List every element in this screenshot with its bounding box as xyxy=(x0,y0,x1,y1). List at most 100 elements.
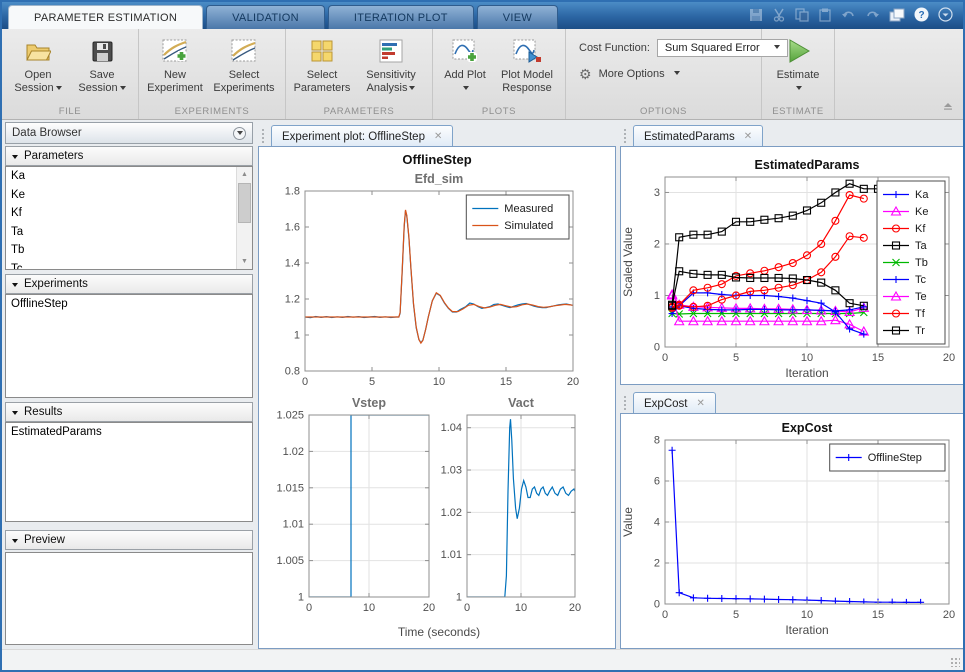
exp-cost-chart[interactable]: 0510152002468ExpCostIterationValueOfflin… xyxy=(621,414,963,648)
svg-text:10: 10 xyxy=(363,602,375,614)
undo-icon[interactable] xyxy=(841,8,856,22)
collapse-triangle-icon xyxy=(12,283,18,290)
svg-text:Te: Te xyxy=(915,291,927,303)
estimated-params-tab[interactable]: EstimatedParams ✕ xyxy=(633,125,763,147)
help-icon[interactable]: ? xyxy=(914,7,929,22)
close-icon[interactable]: ✕ xyxy=(434,132,442,142)
estimated-params-tab-label: EstimatedParams xyxy=(644,131,735,143)
svg-text:0: 0 xyxy=(662,609,668,621)
svg-text:2: 2 xyxy=(654,238,660,250)
vstep-chart[interactable]: 0102011.0051.011.0151.021.025Vstep xyxy=(261,397,435,623)
select-parameters-icon xyxy=(310,37,334,65)
svg-text:Iteration: Iteration xyxy=(785,366,828,380)
svg-text:0: 0 xyxy=(662,352,668,364)
parameters-scrollbar[interactable]: ▲ ▼ xyxy=(236,167,252,269)
parameters-section-header[interactable]: Parameters xyxy=(5,146,253,166)
svg-text:1: 1 xyxy=(654,290,660,302)
list-item[interactable]: Tb xyxy=(6,241,236,260)
estimated-params-chart[interactable]: 051015200123EstimatedParamsIterationScal… xyxy=(621,147,963,385)
more-options-button[interactable]: ⚙ More Options xyxy=(579,67,788,81)
ribbon-group-experiments: New Experiment Select Experiments EXPERI… xyxy=(139,29,286,119)
collapse-ribbon-button[interactable] xyxy=(942,97,954,115)
dropdown-caret-icon xyxy=(409,86,415,93)
estimate-button[interactable]: Estimate xyxy=(767,33,829,92)
vact-chart[interactable]: 0102011.011.021.031.04Vact xyxy=(437,397,607,623)
redo-icon[interactable] xyxy=(865,8,880,22)
add-plot-button[interactable]: Add Plot xyxy=(438,33,492,92)
resize-grip-icon[interactable] xyxy=(950,657,960,667)
efd-sim-chart[interactable]: 051015200.811.21.41.61.8Efd_simMeasuredS… xyxy=(261,167,613,397)
data-browser-panel: Data Browser Parameters KaKeKfTaTbTc ▲ ▼… xyxy=(5,122,253,646)
list-item[interactable]: Ta xyxy=(6,223,236,242)
list-item[interactable]: Ke xyxy=(6,186,236,205)
drag-handle-icon[interactable] xyxy=(623,128,628,144)
close-icon[interactable]: ✕ xyxy=(696,399,704,409)
cost-function-label: Cost Function: xyxy=(579,42,650,54)
list-item[interactable]: Ka xyxy=(6,167,236,186)
save-icon[interactable] xyxy=(749,8,763,22)
list-item[interactable]: OfflineStep xyxy=(6,295,252,314)
save-session-button[interactable]: Save Session xyxy=(71,33,133,94)
list-item[interactable]: Kf xyxy=(6,204,236,223)
svg-text:5: 5 xyxy=(369,376,375,388)
sensitivity-analysis-button[interactable]: Sensitivity Analysis xyxy=(355,33,427,94)
scroll-up-button[interactable]: ▲ xyxy=(237,167,252,182)
experiment-plot-panel: Experiment plot: OfflineStep ✕ OfflineSt… xyxy=(258,122,616,649)
select-parameters-button[interactable]: Select Parameters xyxy=(291,33,353,94)
dropdown-caret-icon xyxy=(796,86,802,93)
collapse-triangle-icon xyxy=(12,411,18,418)
svg-text:0: 0 xyxy=(654,342,660,354)
drag-handle-icon[interactable] xyxy=(623,395,628,411)
svg-text:0: 0 xyxy=(302,376,308,388)
experiments-section-header[interactable]: Experiments xyxy=(5,274,253,294)
svg-text:1.01: 1.01 xyxy=(441,549,462,561)
svg-text:0.8: 0.8 xyxy=(285,366,300,378)
svg-text:15: 15 xyxy=(500,376,512,388)
list-item[interactable]: Tc xyxy=(6,260,236,271)
plot-model-response-button[interactable]: Plot Model Response xyxy=(494,33,560,94)
svg-text:10: 10 xyxy=(433,376,445,388)
results-section-header[interactable]: Results xyxy=(5,402,253,422)
plot-model-response-label: Plot Model Response xyxy=(494,69,560,94)
new-experiment-button[interactable]: New Experiment xyxy=(144,33,206,94)
select-experiments-button[interactable]: Select Experiments xyxy=(208,33,280,94)
svg-text:0: 0 xyxy=(464,602,470,614)
exp-cost-tab[interactable]: ExpCost ✕ xyxy=(633,392,716,414)
drag-handle-icon[interactable] xyxy=(261,128,266,144)
tab-iteration-plot[interactable]: ITERATION PLOT xyxy=(328,5,474,29)
svg-text:10: 10 xyxy=(801,352,813,364)
tab-view[interactable]: VIEW xyxy=(477,5,558,29)
minimize-menu-icon[interactable] xyxy=(938,7,953,22)
open-session-button[interactable]: Open Session xyxy=(7,33,69,94)
experiment-plot-tab[interactable]: Experiment plot: OfflineStep ✕ xyxy=(271,125,453,147)
cut-icon[interactable] xyxy=(772,8,786,22)
svg-text:20: 20 xyxy=(567,376,579,388)
svg-text:15: 15 xyxy=(872,609,884,621)
group-label-options: OPTIONS xyxy=(566,106,761,117)
select-parameters-label: Select Parameters xyxy=(291,69,353,94)
tab-validation[interactable]: VALIDATION xyxy=(206,5,325,29)
list-item[interactable]: EstimatedParams xyxy=(6,423,252,442)
preview-section-header[interactable]: Preview xyxy=(5,530,253,550)
svg-text:8: 8 xyxy=(654,435,660,447)
layout-windows-icon[interactable] xyxy=(889,8,905,22)
copy-icon[interactable] xyxy=(795,8,809,22)
paste-icon[interactable] xyxy=(818,8,832,22)
svg-text:Iteration: Iteration xyxy=(785,623,828,637)
more-options-label: More Options xyxy=(599,68,665,80)
estimated-params-panel: EstimatedParams ✕ 051015200123EstimatedP… xyxy=(620,122,964,385)
experiment-plot-body: OfflineStep 051015200.811.21.41.61.8Efd_… xyxy=(258,146,616,649)
scrollbar-thumb[interactable] xyxy=(238,183,251,223)
data-browser-menu-icon[interactable] xyxy=(233,127,246,140)
exp-cost-panel: ExpCost ✕ 0510152002468ExpCostIterationV… xyxy=(620,389,964,649)
dropdown-caret-icon xyxy=(463,86,469,93)
scroll-down-button[interactable]: ▼ xyxy=(237,254,252,269)
close-icon[interactable]: ✕ xyxy=(744,132,752,142)
app-window: PARAMETER ESTIMATION VALIDATION ITERATIO… xyxy=(0,0,965,672)
ribbon-group-parameters: Select Parameters Sensitivity Analysis P… xyxy=(286,29,433,119)
collapse-triangle-icon xyxy=(12,539,18,546)
svg-text:EstimatedParams: EstimatedParams xyxy=(755,158,860,172)
experiment-plot-tab-label: Experiment plot: OfflineStep xyxy=(282,131,425,143)
tab-parameter-estimation[interactable]: PARAMETER ESTIMATION xyxy=(8,5,203,29)
svg-text:20: 20 xyxy=(943,609,955,621)
